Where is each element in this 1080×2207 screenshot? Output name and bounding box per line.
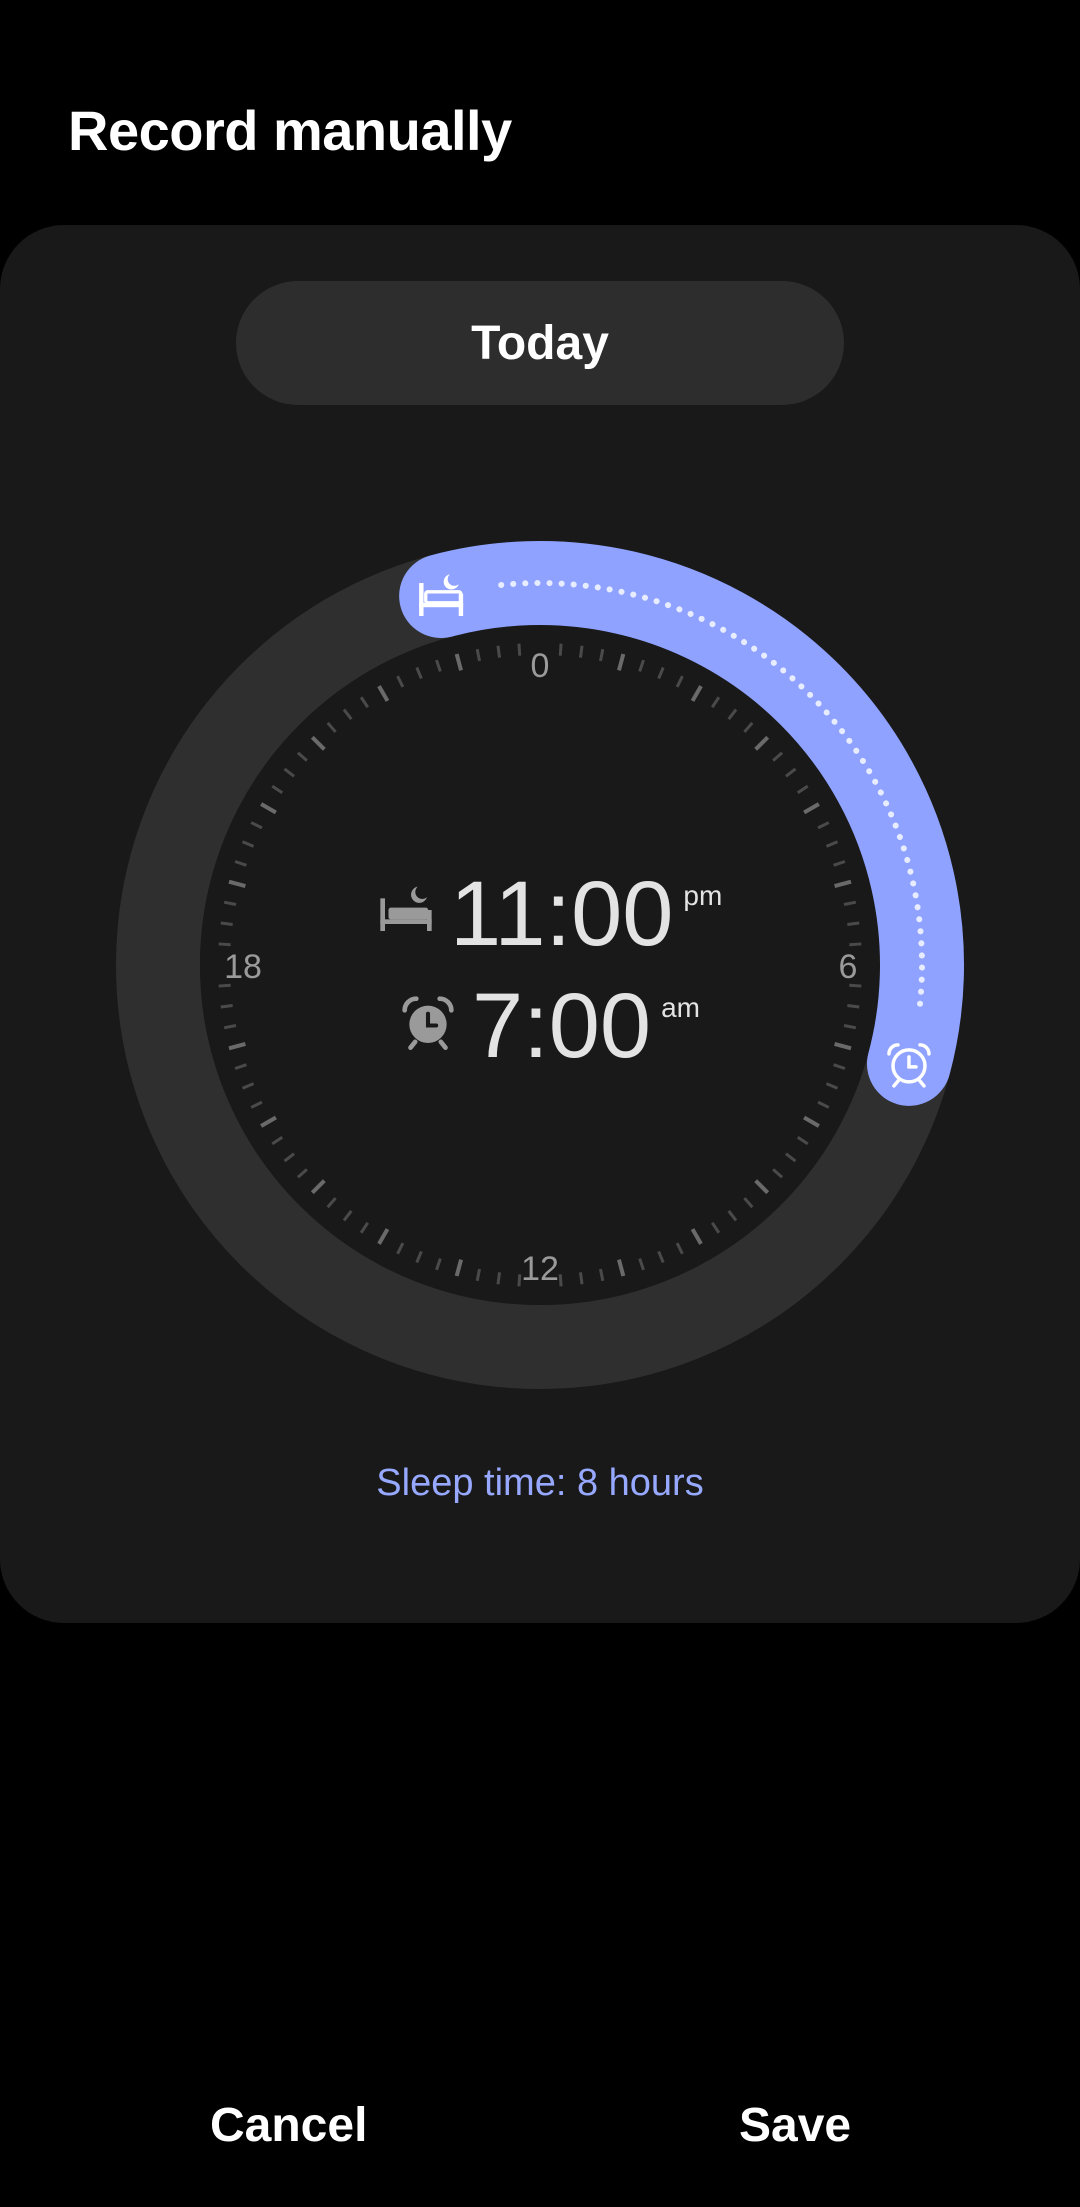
dial-tick: [558, 1274, 563, 1287]
dial-tick: [578, 1272, 584, 1285]
dial-tick: [847, 921, 860, 927]
save-button[interactable]: Save: [739, 2098, 851, 2153]
dial-tick: [849, 942, 862, 947]
dial-tick: [847, 1003, 860, 1009]
dial-tick: [220, 921, 233, 927]
alarm-icon: [402, 996, 454, 1050]
hour-label-right: 6: [839, 948, 858, 986]
wakeup-value: 7:00: [472, 975, 652, 1077]
bedtime-suffix: pm: [683, 880, 723, 911]
bed-icon: [380, 886, 432, 931]
cancel-button[interactable]: Cancel: [210, 2098, 367, 2153]
dial-face: [200, 625, 880, 1305]
wakeup-suffix: am: [661, 992, 700, 1023]
hour-label-bottom: 12: [521, 1250, 559, 1288]
dial-tick: [220, 1003, 233, 1009]
sleep-duration-text: Sleep time: 8 hours: [376, 1462, 704, 1504]
bedtime-display: 11:00 pm: [378, 868, 722, 960]
wakeup-display: 7:00 am: [400, 980, 700, 1072]
bedtime-value: 11:00: [450, 863, 674, 965]
hour-label-top: 0: [531, 647, 550, 685]
dial-tick: [558, 643, 563, 656]
dial-tick: [496, 1272, 502, 1285]
dial-tick: [578, 645, 584, 658]
sleep-dial[interactable]: 0 6 12 18: [0, 0, 1080, 2207]
dial-tick: [218, 942, 231, 947]
dial-tick: [517, 643, 522, 656]
dial-tick: [496, 645, 502, 658]
dial-tick: [517, 1274, 522, 1287]
hour-label-left: 18: [224, 948, 262, 986]
